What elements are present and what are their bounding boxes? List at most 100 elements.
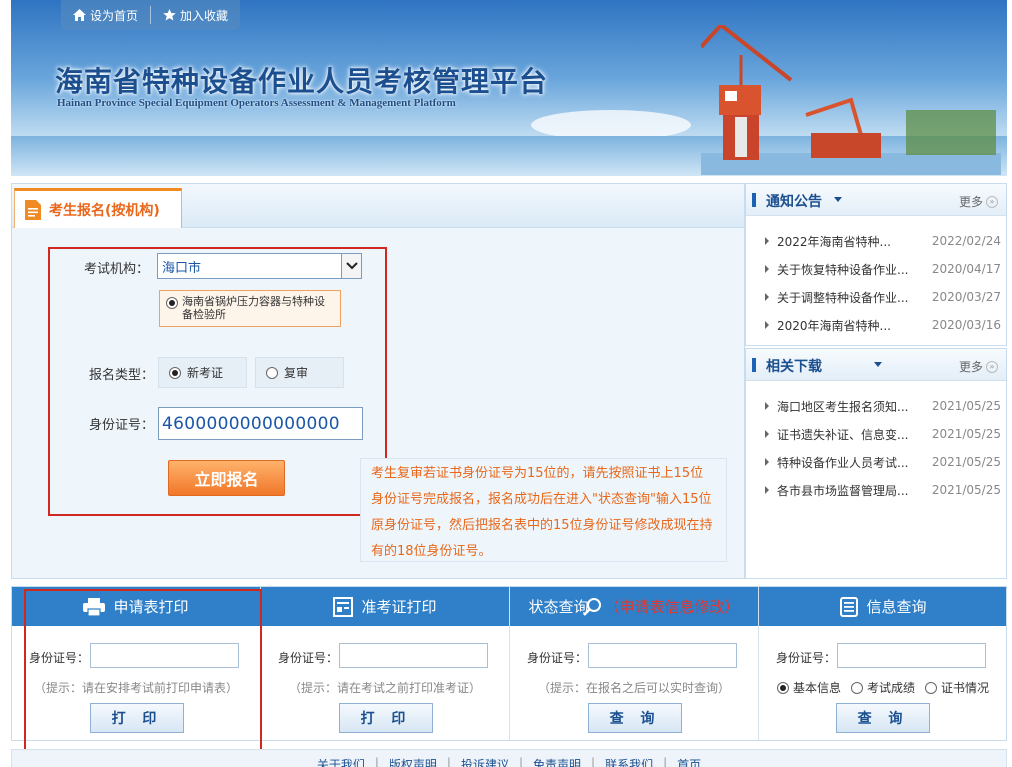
id-input[interactable] — [837, 643, 986, 668]
arrow-bullet-icon — [765, 293, 769, 301]
panel-header: 准考证打印 — [261, 587, 509, 626]
tab-label: 考生报名(按机构) — [49, 202, 160, 219]
item-date: 2020/04/17 — [931, 262, 1001, 276]
downloads-more-link[interactable]: 更多 » — [959, 358, 998, 375]
document-icon — [25, 199, 41, 220]
footer-link-disclaimer[interactable]: 免责声明 — [533, 756, 581, 767]
query-type-options: 基本信息 考试成绩 证书情况 — [777, 679, 989, 696]
more-label: 更多 — [958, 360, 983, 374]
downloads-title[interactable]: 相关下载 — [766, 356, 822, 376]
org-select[interactable]: 海口市 — [157, 253, 362, 279]
notices-list: 2022年海南省特种... 2022/02/24 关于恢复特种设备作业... 202… — [746, 227, 1006, 339]
list-item[interactable]: 海口地区考生报名须知... 2021/05/25 — [746, 392, 1006, 420]
arrow-bullet-icon — [765, 430, 769, 438]
arrow-bullet-icon — [765, 237, 769, 245]
type-new-radio[interactable] — [169, 366, 181, 379]
registration-panel: 考生报名(按机构) 考试机构： 海口市 海南省锅炉压力容器与特种设备检验所 报名… — [11, 183, 745, 579]
list-item[interactable]: 2022年海南省特种... 2022/02/24 — [746, 227, 1006, 255]
id-input[interactable]: 4600000000000000 — [158, 407, 363, 440]
id-label: 身份证号： — [527, 651, 588, 665]
separator: | — [591, 756, 596, 767]
org-option[interactable]: 海南省锅炉压力容器与特种设备检验所 — [159, 290, 341, 327]
double-chevron-icon: » — [986, 195, 998, 208]
exam-score-radio[interactable] — [851, 681, 864, 694]
item-date: 2022/02/24 — [931, 234, 1001, 248]
arrow-bullet-icon — [765, 458, 769, 466]
certificate-radio[interactable] — [925, 681, 938, 694]
panel-title-extra[interactable]: （申请表信息修改） — [605, 596, 740, 617]
ticket-icon — [333, 596, 354, 617]
id-input[interactable] — [588, 643, 737, 668]
caret-down-icon — [874, 362, 882, 367]
list-item[interactable]: 特种设备作业人员考试... 2021/05/25 — [746, 448, 1006, 476]
list-item[interactable]: 证书遗失补证、信息变... 2021/05/25 — [746, 420, 1006, 448]
separator — [150, 6, 152, 24]
id-label: 身份证号： — [278, 651, 339, 665]
set-home-link[interactable]: 设为首页 — [73, 7, 138, 24]
star-icon — [163, 9, 176, 21]
footer-link-about[interactable]: 关于我们 — [317, 756, 365, 767]
type-review-radio[interactable] — [266, 366, 278, 379]
print-button[interactable]: 打 印 — [339, 703, 433, 733]
notices-header: 通知公告 更多 » — [746, 184, 1006, 216]
double-chevron-icon: » — [986, 360, 998, 373]
item-title[interactable]: 证书遗失补证、信息变... — [777, 426, 908, 443]
basic-info-radio[interactable] — [777, 681, 789, 694]
list-icon — [840, 596, 859, 617]
tab-register-by-org[interactable]: 考生报名(按机构) — [14, 188, 182, 228]
id-label: 身份证号： — [89, 418, 155, 433]
item-title[interactable]: 关于恢复特种设备作业... — [777, 261, 908, 278]
panel-print-ticket: 准考证打印 身份证号： （提示：请在考试之前打印准考证） 打 印 — [261, 587, 510, 740]
id-input[interactable] — [339, 643, 488, 668]
downloads-header: 相关下载 更多 » — [746, 349, 1006, 381]
arrow-bullet-icon — [765, 402, 769, 410]
footer-link-feedback[interactable]: 投诉建议 — [461, 756, 509, 767]
add-favorite-label: 加入收藏 — [180, 8, 229, 23]
arrow-bullet-icon — [765, 486, 769, 494]
header-banner: 设为首页 加入收藏 海南省特种设备作业人员考核管理平台 Hainan Provi… — [11, 0, 1007, 176]
panel-title: 信息查询 — [866, 598, 927, 616]
item-title[interactable]: 特种设备作业人员考试... — [777, 454, 908, 471]
caret-down-icon — [834, 197, 842, 202]
query-button[interactable]: 查 询 — [836, 703, 930, 733]
arrow-bullet-icon — [765, 321, 769, 329]
panel-header: 状态查询 （申请表信息修改） — [510, 587, 758, 626]
list-item[interactable]: 关于恢复特种设备作业... 2020/04/17 — [746, 255, 1006, 283]
separator: | — [518, 756, 524, 767]
list-item[interactable]: 2020年海南省特种... 2020/03/16 — [746, 311, 1006, 339]
arrow-bullet-icon — [765, 265, 769, 273]
add-favorite-link[interactable]: 加入收藏 — [163, 7, 228, 24]
type-new-label: 新考证 — [187, 366, 224, 380]
crane-illustration — [701, 25, 1001, 175]
downloads-list: 海口地区考生报名须知... 2021/05/25 证书遗失补证、信息变... 202… — [746, 392, 1006, 504]
site-title: 海南省特种设备作业人员考核管理平台 — [55, 65, 549, 98]
notices-more-link[interactable]: 更多 » — [959, 193, 998, 210]
item-date: 2021/05/25 — [931, 427, 1001, 441]
type-option-new[interactable]: 新考证 — [158, 357, 247, 388]
chevron-down-icon[interactable] — [341, 254, 361, 278]
org-option-label: 海南省锅炉压力容器与特种设备检验所 — [182, 295, 325, 321]
query-button[interactable]: 查 询 — [588, 703, 682, 733]
magnifier-icon — [582, 597, 601, 616]
item-title[interactable]: 各市县市场监督管理局... — [777, 482, 908, 499]
list-item[interactable]: 关于调整特种设备作业... 2020/03/27 — [746, 283, 1006, 311]
tip-text: （提示：在报名之后可以实时查询） — [537, 681, 730, 695]
item-title[interactable]: 关于调整特种设备作业... — [777, 289, 908, 306]
type-option-review[interactable]: 复审 — [255, 357, 344, 388]
opt-cert-label: 证书情况 — [941, 681, 990, 695]
org-select-value: 海口市 — [162, 260, 202, 276]
title-bar-marker — [752, 193, 756, 207]
footer-link-copyright[interactable]: 版权声明 — [389, 756, 437, 767]
separator: | — [663, 756, 668, 767]
register-button[interactable]: 立即报名 — [168, 460, 285, 496]
notices-title[interactable]: 通知公告 — [766, 191, 822, 211]
separator: | — [374, 756, 379, 767]
tip-text: （提示：请在考试之前打印准考证） — [288, 681, 481, 695]
item-title[interactable]: 海口地区考生报名须知... — [777, 398, 908, 415]
list-item[interactable]: 各市县市场监督管理局... 2021/05/25 — [746, 476, 1006, 504]
org-radio[interactable] — [166, 297, 178, 309]
item-title[interactable]: 2020年海南省特种... — [777, 317, 891, 334]
item-title[interactable]: 2022年海南省特种... — [777, 233, 891, 250]
footer-link-home[interactable]: 首页 — [677, 756, 701, 767]
footer-link-contact[interactable]: 联系我们 — [605, 756, 653, 767]
